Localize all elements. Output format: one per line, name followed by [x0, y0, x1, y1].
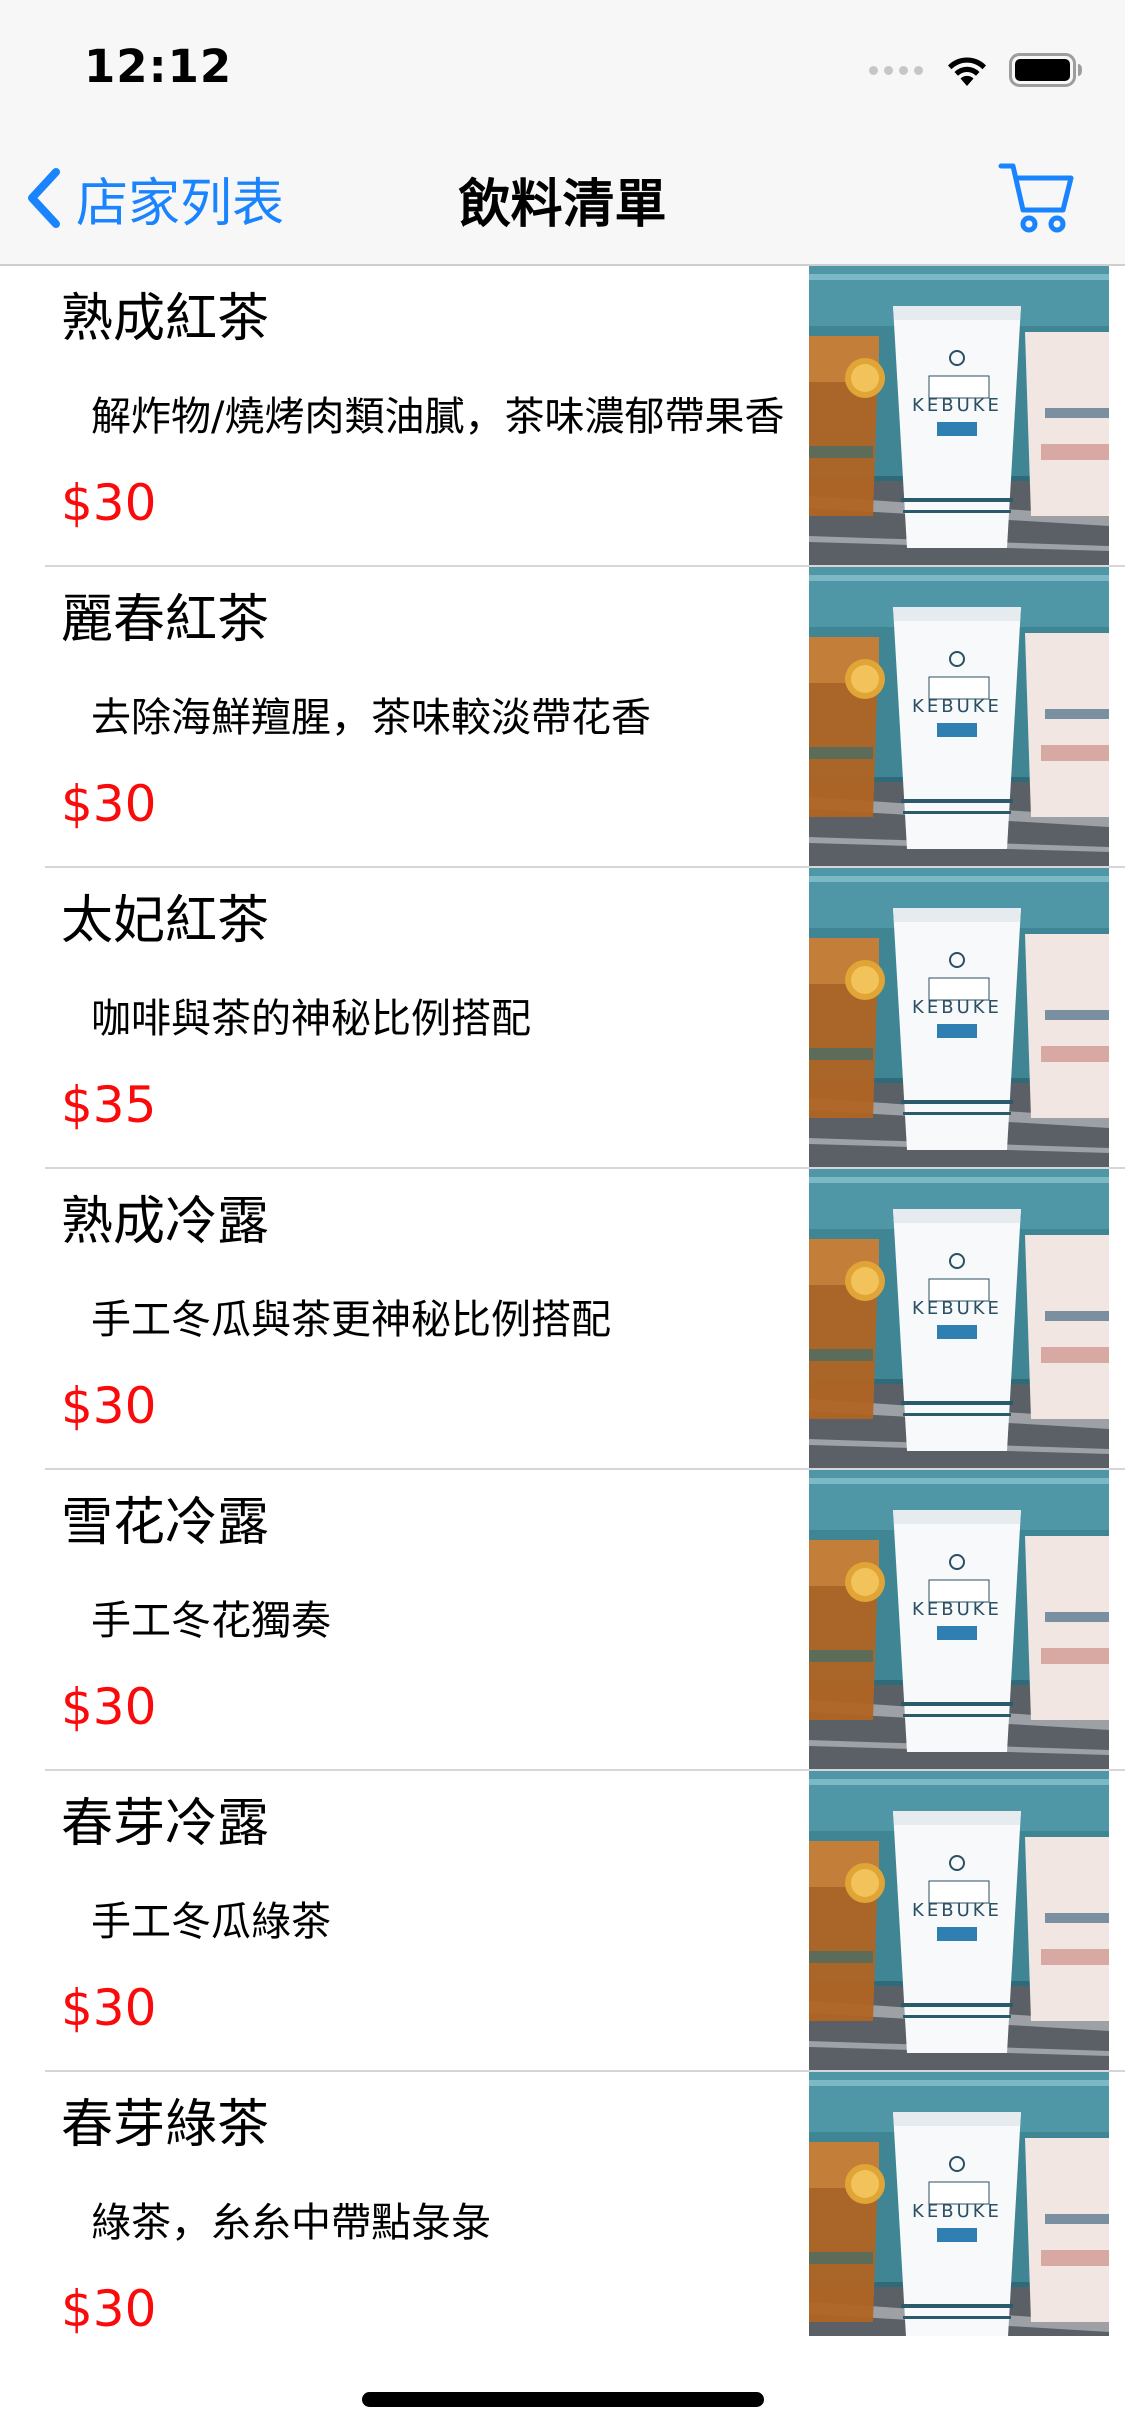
drink-name: 春芽冷露: [61, 1794, 270, 1854]
drink-description: 解炸物/燒烤肉類油膩，茶味濃郁帶果香: [91, 394, 785, 440]
drink-price: $30: [61, 2280, 157, 2336]
drink-description: 綠茶，糸糸中帶點彔彔: [91, 2200, 491, 2246]
drink-description: 手工冬瓜綠茶: [91, 1899, 331, 1945]
drink-price: $30: [61, 1979, 157, 2037]
drink-description: 手工冬花獨奏: [91, 1598, 331, 1644]
svg-text:KEBUKE: KEBUKE: [912, 1298, 1002, 1319]
back-button-label: 店家列表: [76, 173, 285, 234]
wifi-icon: [948, 57, 986, 86]
drink-photo: KEBUKE: [809, 1169, 1109, 1468]
status-time: 12:12: [84, 40, 233, 93]
drink-row[interactable]: 熟成冷露 手工冬瓜與茶更神秘比例搭配 $30 KEBUKE: [45, 1169, 1125, 1470]
navigation-bar: 店家列表 飲料清單: [0, 132, 1125, 266]
drink-row[interactable]: 春芽綠茶 綠茶，糸糸中帶點彔彔 $30 KEBUKE: [45, 2072, 1125, 2336]
drink-row[interactable]: 雪花冷露 手工冬花獨奏 $30 KEBUKE: [45, 1470, 1125, 1771]
battery-icon: [1009, 53, 1082, 87]
drink-price: $30: [61, 775, 157, 833]
cart-button[interactable]: [997, 158, 1077, 238]
svg-text:KEBUKE: KEBUKE: [912, 997, 1002, 1018]
drink-photo: KEBUKE: [809, 1771, 1109, 2070]
back-button[interactable]: 店家列表: [24, 160, 284, 236]
drink-description: 咖啡與茶的神秘比例搭配: [91, 996, 531, 1042]
svg-text:KEBUKE: KEBUKE: [912, 395, 1002, 416]
drink-photo: KEBUKE: [809, 2072, 1109, 2336]
drink-description: 手工冬瓜與茶更神秘比例搭配: [91, 1297, 611, 1343]
drink-price: $30: [61, 1377, 157, 1435]
drink-row[interactable]: 太妃紅茶 咖啡與茶的神秘比例搭配 $35 KEBUKE: [45, 868, 1125, 1169]
drink-price: $30: [61, 1678, 157, 1736]
drink-name: 雪花冷露: [61, 1493, 270, 1553]
svg-text:KEBUKE: KEBUKE: [912, 696, 1002, 717]
drink-photo: KEBUKE: [809, 868, 1109, 1167]
chevron-left-icon: [28, 168, 60, 228]
drink-list[interactable]: 熟成紅茶 解炸物/燒烤肉類油膩，茶味濃郁帶果香 $30 KEBUKE 麗春紅茶 …: [0, 266, 1125, 2336]
status-bar: 12:12: [0, 0, 1125, 132]
svg-text:KEBUKE: KEBUKE: [912, 1900, 1002, 1921]
drink-name: 太妃紅茶: [61, 891, 270, 951]
drink-row[interactable]: 春芽冷露 手工冬瓜綠茶 $30 KEBUKE: [45, 1771, 1125, 2072]
home-indicator: [362, 2392, 764, 2407]
status-icons: [869, 50, 1083, 90]
drink-row[interactable]: 熟成紅茶 解炸物/燒烤肉類油膩，茶味濃郁帶果香 $30 KEBUKE: [45, 266, 1125, 567]
drink-price: $35: [61, 1076, 157, 1134]
drink-price: $30: [61, 474, 157, 532]
drink-name: 麗春紅茶: [61, 590, 270, 650]
drink-photo: KEBUKE: [809, 266, 1109, 565]
svg-text:KEBUKE: KEBUKE: [912, 1599, 1002, 1620]
cart-icon: [998, 163, 1074, 233]
drink-photo: KEBUKE: [809, 567, 1109, 866]
drink-name: 熟成紅茶: [61, 289, 270, 349]
drink-name: 熟成冷露: [61, 1192, 270, 1252]
svg-text:KEBUKE: KEBUKE: [912, 2201, 1002, 2222]
drink-name: 春芽綠茶: [61, 2095, 270, 2155]
drink-photo: KEBUKE: [809, 1470, 1109, 1769]
drink-row[interactable]: 麗春紅茶 去除海鮮羶腥，茶味較淡帶花香 $30 KEBUKE: [45, 567, 1125, 868]
drink-description: 去除海鮮羶腥，茶味較淡帶花香: [91, 695, 651, 741]
cellular-signal-icon: [869, 65, 923, 75]
